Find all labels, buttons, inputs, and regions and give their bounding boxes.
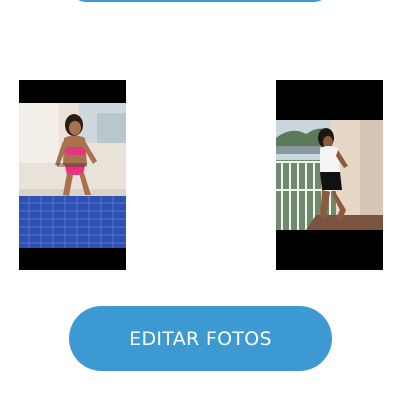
photo-image-1 xyxy=(19,103,126,248)
photo-image-2 xyxy=(276,120,383,230)
photo-thumbnail-2[interactable] xyxy=(276,80,383,270)
top-button-partial[interactable] xyxy=(70,0,330,2)
photo-thumbnail-1[interactable] xyxy=(19,80,126,270)
edit-photos-button[interactable]: EDITAR FOTOS xyxy=(69,306,332,371)
screen: EDITAR FOTOS xyxy=(0,0,400,400)
